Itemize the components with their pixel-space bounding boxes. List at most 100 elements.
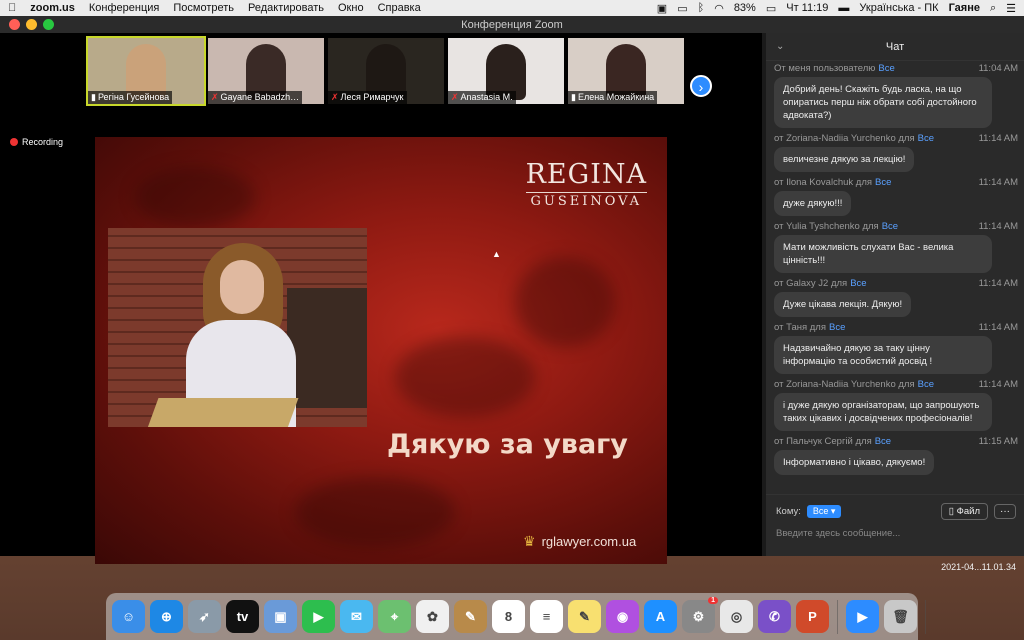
participant-tile[interactable]: ▮ Регіна Гусейнова	[86, 36, 206, 106]
message-recipient: Все	[850, 278, 867, 289]
viber-icon[interactable]: ✆	[758, 600, 791, 633]
message-recipient: Все	[829, 322, 846, 333]
mic-muted-icon: ✗	[211, 92, 219, 102]
mic-muted-icon: ✗	[451, 92, 459, 102]
window-title: Конференция Zoom	[461, 18, 563, 31]
message-sender: От меня пользователю	[774, 63, 876, 74]
menu-help[interactable]: Справка	[378, 2, 421, 14]
brand-logo: REGINA GUSEINOVA	[525, 159, 647, 209]
participant-name: ✗ Anastasia M.	[448, 91, 516, 104]
notes-icon[interactable]: ✎	[568, 600, 601, 633]
chat-message: от Zoriana-Nadiia Yurchenko для Все 11:14 …	[774, 133, 1018, 172]
pin-icon: ▮	[571, 92, 576, 102]
powerpoint-icon[interactable]: P	[796, 600, 829, 633]
zoom-icon[interactable]: ▶	[846, 600, 879, 633]
message-time: 11:14 AM	[978, 177, 1018, 188]
participant-name: ✗ Леся Римарчук	[328, 91, 407, 104]
participant-gallery: ▮ Регіна Гусейнова ✗ Gayane Babadzh… ✗ Леся Р…	[86, 36, 684, 106]
app-store-icon[interactable]: A	[644, 600, 677, 633]
participant-tile[interactable]: ✗ Леся Римарчук	[328, 38, 444, 104]
chat-panel: ⌄ Чат От меня пользователю Все 11:04 AM Доб…	[766, 33, 1024, 556]
message-recipient: Все	[878, 63, 895, 74]
message-sender: от Zoriana-Nadiia Yurchenko для	[774, 379, 915, 390]
mic-muted-icon: ✗	[331, 92, 339, 102]
recording-dot-icon	[10, 138, 18, 146]
launchpad-icon[interactable]: ➶	[188, 600, 221, 633]
reminders-icon[interactable]: ≡	[530, 600, 563, 633]
message-time: 11:14 AM	[978, 278, 1018, 289]
battery-percent[interactable]: 83%	[734, 2, 756, 14]
maps-icon[interactable]: ⌖	[378, 600, 411, 633]
bluetooth-icon[interactable]: ᛒ	[698, 2, 705, 14]
battery-icon[interactable]: ▭	[766, 2, 776, 15]
message-time: 11:14 AM	[978, 322, 1018, 333]
chat-message: от Galaxy J2 для Все 11:14 AM Дуже цікава л…	[774, 278, 1018, 317]
apple-menu-icon[interactable]: 	[8, 2, 16, 14]
recipient-label: Кому:	[776, 506, 801, 517]
menu-edit[interactable]: Редактировать	[248, 2, 324, 14]
trash-icon[interactable]: 🗑	[884, 600, 917, 633]
menu-conference[interactable]: Конференция	[89, 2, 159, 14]
menu-bar:  zoom.us Конференция Посмотреть Редакти…	[0, 0, 1024, 16]
chat-messages[interactable]: От меня пользователю Все 11:04 AM Добрий де…	[766, 63, 1024, 494]
participant-tile[interactable]: ▮ Елена Можайкина	[568, 38, 684, 104]
messages-icon[interactable]: ✉	[340, 600, 373, 633]
clock[interactable]: Чт 11:19	[786, 2, 828, 14]
recipient-select[interactable]: Все ▾	[806, 505, 842, 518]
crown-icon: ♛	[523, 533, 536, 549]
next-page-button[interactable]: ›	[690, 75, 712, 97]
chat-title: Чат	[885, 40, 905, 53]
menu-view[interactable]: Посмотреть	[173, 2, 234, 14]
message-recipient: Все	[917, 379, 934, 390]
message-time: 11:15 AM	[978, 436, 1018, 447]
airplay-icon[interactable]: ▭	[677, 2, 687, 15]
calendar-icon[interactable]: 8	[492, 600, 525, 633]
notes-brown-icon[interactable]: ✎	[454, 600, 487, 633]
message-sender: от Galaxy J2 для	[774, 278, 848, 289]
message-time: 11:14 AM	[978, 379, 1018, 390]
message-bubble: Інформативно і цікаво, дякуємо!	[774, 450, 935, 475]
message-time: 11:14 AM	[978, 133, 1018, 144]
search-icon[interactable]: ⌕	[990, 2, 996, 15]
apple-tv-icon[interactable]: tv	[226, 600, 259, 633]
zoom-status-icon[interactable]: ▣	[657, 2, 667, 15]
chat-message: от Yulia Tyshchenko для Все 11:14 AM Мати м…	[774, 221, 1018, 273]
video-area: ▮ Регіна Гусейнова ✗ Gayane Babadzh… ✗ Леся Р…	[0, 33, 762, 564]
control-center-icon[interactable]: ☰	[1006, 2, 1016, 15]
speaker-photo	[108, 228, 367, 427]
more-button[interactable]: ···	[994, 504, 1016, 519]
message-recipient: Все	[917, 133, 934, 144]
chat-message: от Таня для Все 11:14 AM Надзвичайно дякую …	[774, 322, 1018, 374]
input-source[interactable]: Українська - ПК	[859, 2, 938, 14]
photos-icon[interactable]: ✿	[416, 600, 449, 633]
user-name[interactable]: Гаяне	[949, 2, 980, 14]
chat-message: От меня пользователю Все 11:04 AM Добрий де…	[774, 63, 1018, 128]
chevron-down-icon[interactable]: ⌄	[776, 41, 784, 52]
app-menu[interactable]: zoom.us	[30, 2, 75, 14]
wifi-icon[interactable]: ◠	[714, 2, 724, 15]
flag-icon: ▬	[838, 2, 850, 14]
dock-separator	[837, 599, 838, 634]
chat-message-input[interactable]: Введите здесь сообщение...	[776, 528, 1014, 539]
preview-icon[interactable]: ▣	[264, 600, 297, 633]
mouse-cursor-icon: ▲	[492, 249, 501, 259]
finder-icon[interactable]: ☺	[112, 600, 145, 633]
safari-icon[interactable]: ⊕	[150, 600, 183, 633]
message-bubble: дуже дякую!!!	[774, 191, 852, 216]
system-preferences-icon[interactable]: ⚙ 1	[682, 597, 718, 633]
facetime-icon[interactable]: ▶	[302, 600, 335, 633]
podcasts-icon[interactable]: ◉	[606, 600, 639, 633]
participant-name: ✗ Gayane Babadzh…	[208, 91, 303, 104]
desktop-file-label[interactable]: 2021-04...11.01.34	[941, 562, 1016, 572]
file-button[interactable]: ▯ Файл	[940, 503, 988, 520]
message-bubble: Добрий день! Скажіть будь ласка, на що о…	[774, 77, 992, 128]
dock-separator	[925, 599, 926, 634]
slide-headline: Дякую за увагу	[387, 429, 628, 460]
participant-tile[interactable]: ✗ Anastasia M.	[448, 38, 564, 104]
chrome-icon[interactable]: ◎	[720, 600, 753, 633]
message-recipient: Все	[881, 221, 899, 232]
participant-name: ▮ Регіна Гусейнова	[88, 91, 173, 104]
message-sender: от Пальчук Сергій для	[774, 436, 872, 447]
menu-window[interactable]: Окно	[338, 2, 364, 14]
participant-tile[interactable]: ✗ Gayane Babadzh…	[208, 38, 324, 104]
